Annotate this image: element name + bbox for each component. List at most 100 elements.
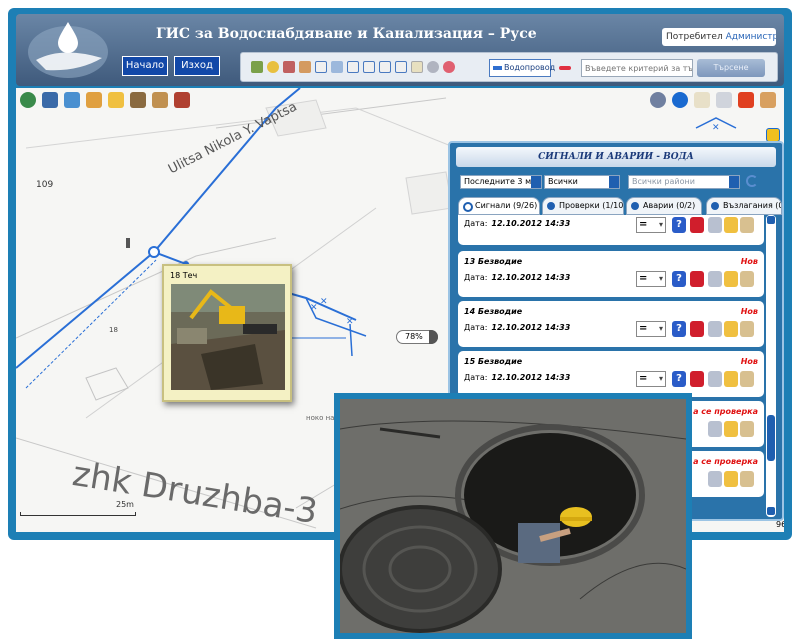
scroll-down-icon[interactable] [767, 507, 775, 515]
priority-select[interactable]: = [636, 271, 666, 287]
tab-checks[interactable]: Проверки (1/10) [542, 197, 624, 215]
help-button[interactable]: ? [672, 321, 686, 337]
map-label-109: 109 [36, 180, 54, 190]
svg-text:✕: ✕ [712, 123, 720, 133]
edit-icon[interactable] [740, 371, 754, 387]
list-scrollbar[interactable] [766, 215, 776, 517]
delete-icon[interactable] [690, 271, 704, 287]
settings-tool-icon[interactable] [427, 61, 439, 73]
roadwork-icon[interactable] [766, 128, 780, 142]
book-icon[interactable] [152, 92, 168, 108]
edit-icon[interactable] [740, 321, 754, 337]
period-select[interactable]: Последните 3 мес [460, 175, 542, 189]
zoom-to-icon[interactable] [708, 471, 722, 487]
list-item[interactable]: 15 Безводие Нов Дата: 12.10.2012 14:33 = … [458, 351, 764, 397]
manhole-photo [334, 393, 692, 639]
scroll-thumb[interactable] [767, 415, 775, 461]
delete-icon[interactable] [690, 371, 704, 387]
layer2-tool-icon[interactable] [331, 61, 343, 73]
excavation-photo[interactable] [171, 284, 285, 390]
globe-icon[interactable] [20, 92, 36, 108]
list-item[interactable]: 13 Безводие Нов Дата: 12.10.2012 14:33 = … [458, 251, 764, 297]
zoom-to-icon[interactable] [708, 371, 722, 387]
zoom-indicator[interactable]: 78% [396, 330, 438, 344]
car-icon[interactable] [130, 92, 146, 108]
exit-button[interactable]: Изход [174, 56, 220, 76]
scale-bar [20, 512, 136, 516]
app-title: ГИС за Водоснабдяване и Канализация – Ру… [156, 26, 537, 42]
edit-icon[interactable] [740, 271, 754, 287]
layer4-tool-icon[interactable] [363, 61, 375, 73]
measure-tool-icon[interactable] [283, 61, 295, 73]
delete-icon[interactable] [690, 217, 704, 233]
folder-icon[interactable] [108, 92, 124, 108]
priority-select[interactable]: = [636, 371, 666, 387]
document-tool-icon[interactable] [411, 61, 423, 73]
zoom-to-icon[interactable] [708, 321, 722, 337]
identify-tool-icon[interactable] [267, 61, 279, 73]
zoom-to-icon[interactable] [708, 421, 722, 437]
forward-icon[interactable] [724, 421, 738, 437]
tab-signals[interactable]: Сигнали (9/26) [458, 197, 540, 215]
panel-title: СИГНАЛИ И АВАРИИ - ВОДА [456, 147, 776, 167]
layer6-tool-icon[interactable] [395, 61, 407, 73]
item-title: 15 Безводие [464, 357, 523, 366]
forward-icon[interactable] [724, 217, 738, 233]
forward-icon[interactable] [724, 271, 738, 287]
priority-select[interactable]: = [636, 217, 666, 233]
worker-icon[interactable] [760, 92, 776, 108]
item-title: 14 Безводие [464, 307, 523, 316]
help-button[interactable]: ? [672, 271, 686, 287]
home-button[interactable]: Начало [122, 56, 168, 76]
tab-accidents[interactable]: Аварии (0/2) [626, 197, 702, 215]
type-select[interactable]: Всички [544, 175, 620, 189]
help-button[interactable]: ? [672, 371, 686, 387]
incident-popup[interactable]: 18 Теч [162, 264, 292, 402]
edit-icon[interactable] [740, 471, 754, 487]
edit-icon[interactable] [740, 421, 754, 437]
user-tool-icon[interactable] [299, 61, 311, 73]
status-badge: а се проверка [693, 407, 758, 416]
zoom-to-icon[interactable] [708, 271, 722, 287]
item-date-label: Дата: [464, 373, 488, 382]
operator-icon[interactable] [174, 92, 190, 108]
zoom-to-icon[interactable] [708, 217, 722, 233]
person-icon[interactable] [86, 92, 102, 108]
list-item[interactable]: Дата:12.10.2012 14:33 = ? [458, 215, 764, 245]
info-icon[interactable] [672, 92, 688, 108]
layers-icon[interactable] [42, 92, 58, 108]
edit-icon[interactable] [740, 217, 754, 233]
refresh-icon[interactable] [746, 175, 758, 187]
item-date-label: Дата: [464, 273, 488, 282]
status-badge: Нов [740, 257, 758, 266]
list-item[interactable]: 14 Безводие Нов Дата: 12.10.2012 14:33 = … [458, 301, 764, 347]
forward-icon[interactable] [724, 321, 738, 337]
tab-assignments[interactable]: Възлагания (0/2) [706, 197, 782, 215]
forward-icon[interactable] [724, 371, 738, 387]
chevron-down-icon [531, 176, 541, 188]
scale-label: 25m [116, 500, 134, 509]
checklist-icon[interactable] [716, 92, 732, 108]
warning-icon[interactable] [738, 92, 754, 108]
notes-icon[interactable] [694, 92, 710, 108]
water-layer-button[interactable]: Водопровод [489, 59, 555, 77]
region-select[interactable]: Всички райони [628, 175, 740, 189]
item-date-value: 12.10.2012 14:33 [491, 373, 571, 382]
forward-icon[interactable] [724, 471, 738, 487]
delete-icon[interactable] [690, 321, 704, 337]
user-name-link[interactable]: Администратор [726, 32, 776, 42]
priority-select[interactable]: = [636, 321, 666, 337]
layer5-tool-icon[interactable] [379, 61, 391, 73]
search-input[interactable] [581, 59, 693, 77]
item-date: Дата: 12.10.2012 14:33 [464, 323, 570, 332]
help-button[interactable]: ? [672, 217, 686, 233]
alert-tool-icon[interactable] [443, 61, 455, 73]
layer3-tool-icon[interactable] [347, 61, 359, 73]
search-button[interactable]: Търсене [697, 59, 765, 77]
pan-tool-icon[interactable] [251, 61, 263, 73]
layer1-tool-icon[interactable] [315, 61, 327, 73]
scroll-up-icon[interactable] [767, 216, 775, 224]
pan-arrows-icon[interactable] [64, 92, 80, 108]
gauge-icon[interactable] [650, 92, 666, 108]
sewer-layer-icon[interactable] [559, 66, 571, 70]
